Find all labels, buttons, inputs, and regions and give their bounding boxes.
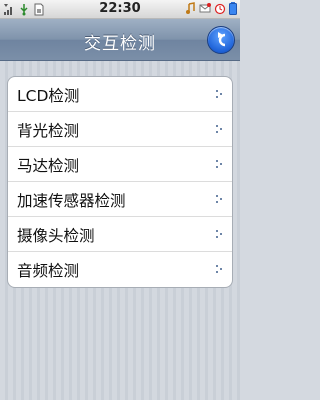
chevron-dots-icon [216, 125, 224, 134]
list-item-label: 加速传感器检测 [17, 192, 126, 210]
list-item-label: 音频检测 [17, 262, 80, 280]
chevron-dots-icon [216, 265, 224, 274]
chevron-dots-icon [216, 230, 224, 239]
content-area: LCD检测 背光检测 马达检测 加速传感器检测 摄像头检测 音频检测 [0, 61, 240, 400]
status-right-icons [184, 2, 237, 15]
list-item-label: 马达检测 [17, 157, 80, 175]
back-button[interactable] [207, 26, 235, 54]
page-title: 交互检测 [84, 34, 156, 54]
title-bar: 交互检测 [0, 19, 240, 61]
list-item-label: 摄像头检测 [17, 227, 95, 245]
list-item-label: LCD检测 [17, 87, 80, 105]
back-arrow-icon [218, 32, 226, 47]
alarm-icon [214, 3, 226, 15]
mail-icon [199, 3, 211, 13]
list-item-audio[interactable]: 音频检测 [8, 252, 232, 287]
chevron-dots-icon [216, 195, 224, 204]
list-item-camera[interactable]: 摄像头检测 [8, 217, 232, 252]
chevron-dots-icon [216, 90, 224, 99]
music-note-icon [186, 2, 195, 14]
battery-icon [229, 2, 237, 15]
list-item-backlight[interactable]: 背光检测 [8, 112, 232, 147]
status-bar: 22:30 [0, 0, 240, 19]
list-item-accelerometer[interactable]: 加速传感器检测 [8, 182, 232, 217]
list-item-label: 背光检测 [17, 122, 80, 140]
detection-list: LCD检测 背光检测 马达检测 加速传感器检测 摄像头检测 音频检测 [7, 76, 233, 288]
list-item-lcd[interactable]: LCD检测 [8, 77, 232, 112]
list-item-motor[interactable]: 马达检测 [8, 147, 232, 182]
chevron-dots-icon [216, 160, 224, 169]
